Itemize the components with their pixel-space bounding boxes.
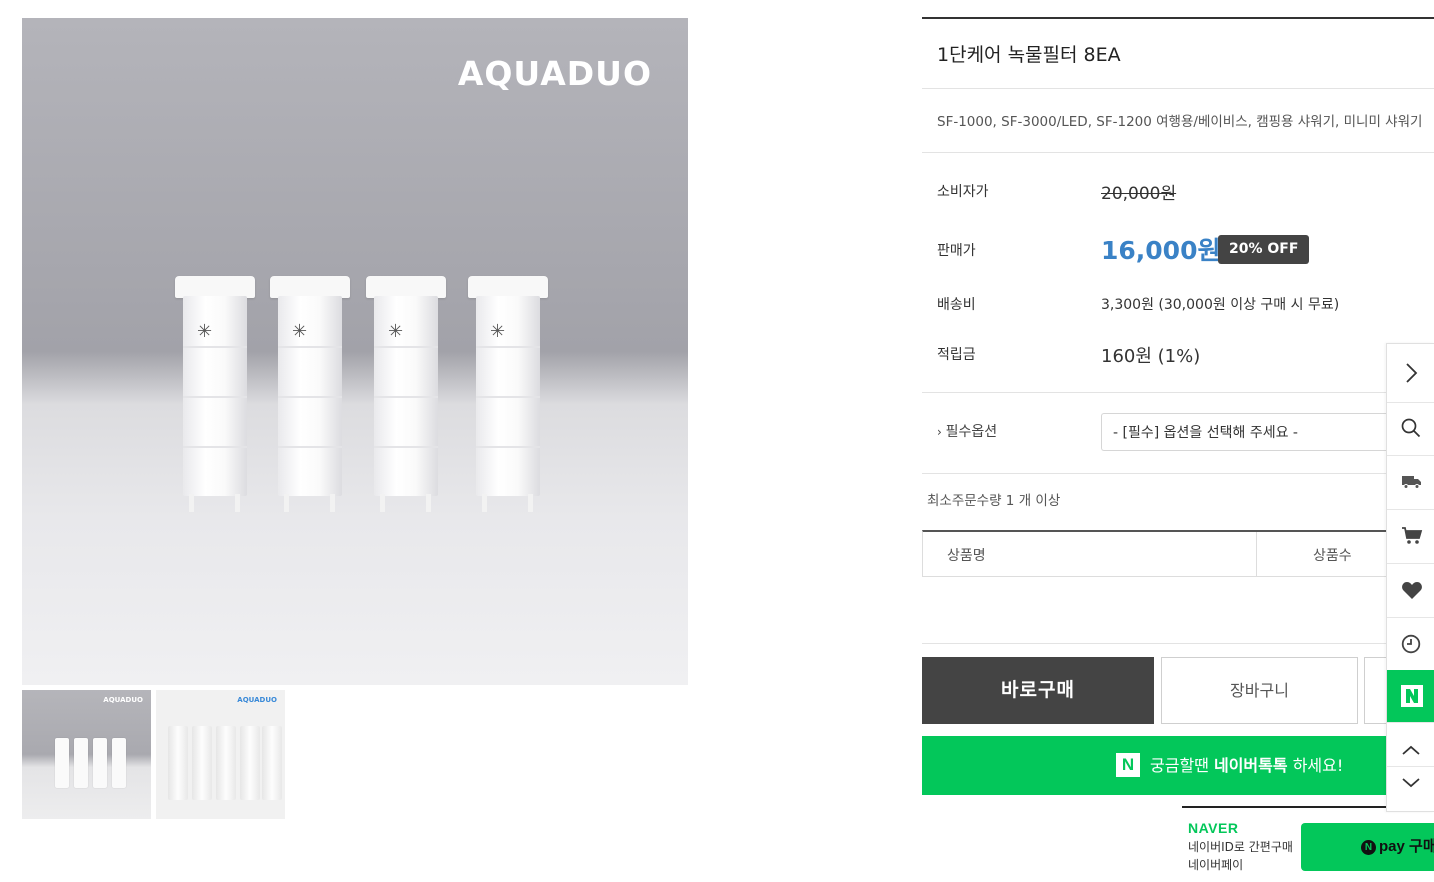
naver-pay-caption-1: 네이버ID로 간편구매 xyxy=(1188,840,1293,854)
snowflake-icon: ✳ xyxy=(292,321,308,342)
filter-cartridge: ✳ xyxy=(468,276,548,512)
snowflake-icon: ✳ xyxy=(490,321,506,342)
divider xyxy=(922,643,1434,644)
consumer-price-label: 소비자가 xyxy=(937,184,989,200)
quick-wishlist[interactable] xyxy=(1387,564,1434,618)
product-summary: SF-1000, SF-3000/LED, SF-1200 여행용/베이비스, … xyxy=(937,114,1423,130)
shipping-value: 3,300원 (30,000원 이상 구매 시 무료) xyxy=(1101,297,1340,313)
thumbnail-logo: AQUADUO xyxy=(237,696,277,704)
truck-icon xyxy=(1402,476,1421,489)
snowflake-icon: ✳ xyxy=(197,321,213,342)
quick-naver[interactable] xyxy=(1387,670,1434,723)
divider xyxy=(922,392,1434,393)
product-title: 1단케어 녹물필터 8EA xyxy=(937,44,1121,66)
shipping-label: 배송비 xyxy=(937,297,976,313)
selected-items-table-header xyxy=(922,530,1434,577)
filter-cartridge: ✳ xyxy=(366,276,446,512)
divider xyxy=(922,473,1434,474)
table-header-quantity: 상품수 xyxy=(1313,548,1352,564)
points-label: 적립금 xyxy=(937,347,976,363)
brand-logo: AQUADUO xyxy=(457,54,652,93)
add-to-cart-button[interactable]: 장바구니 xyxy=(1161,657,1358,724)
points-value: 160원 (1%) xyxy=(1101,346,1201,367)
talktalk-label: 궁금할땐 네이버톡톡 하세요! xyxy=(1150,756,1344,775)
heart-icon xyxy=(1402,582,1422,599)
quick-cart[interactable] xyxy=(1387,510,1434,564)
chevron-right-icon xyxy=(1406,363,1418,383)
thumbnail-logo: AQUADUO xyxy=(103,696,143,704)
main-product-image[interactable]: AQUADUO ✳ ✳ ✳ ✳ xyxy=(22,18,688,685)
buy-now-button[interactable]: 바로구매 xyxy=(922,657,1154,724)
quick-recent[interactable] xyxy=(1387,618,1434,672)
naver-n-icon: N xyxy=(1116,753,1140,777)
option-label-row: › 필수옵션 xyxy=(937,421,997,441)
snowflake-icon: ✳ xyxy=(388,321,404,342)
sale-price-label: 판매가 xyxy=(937,243,976,259)
option-label: 필수옵션 xyxy=(945,424,998,440)
thumbnail-2[interactable]: AQUADUO xyxy=(156,690,285,819)
table-column-divider xyxy=(1256,532,1257,577)
scroll-bottom-button[interactable] xyxy=(1387,767,1434,799)
chevron-right-small-icon: › xyxy=(937,425,942,439)
thumbnail-1[interactable]: AQUADUO xyxy=(22,690,151,819)
sale-price-value: 16,000원 xyxy=(1101,236,1221,265)
quick-menu-toggle[interactable] xyxy=(1387,344,1434,403)
naver-pay-button[interactable]: N pay 구매 xyxy=(1301,823,1434,871)
option-select[interactable]: - [필수] 옵션을 선택해 주세요 - xyxy=(1101,413,1434,451)
search-icon xyxy=(1401,418,1421,438)
scroll-top-button[interactable] xyxy=(1387,734,1434,767)
chevron-up-icon xyxy=(1402,745,1420,755)
top-divider xyxy=(922,17,1434,19)
divider xyxy=(922,88,1434,89)
naver-logo: NAVER xyxy=(1188,820,1239,836)
filter-cartridge: ✳ xyxy=(175,276,255,512)
discount-badge: 20% OFF xyxy=(1218,235,1310,264)
naver-n-icon xyxy=(1401,685,1423,707)
naver-pay-button-label: pay 구매 xyxy=(1379,838,1434,855)
chevron-down-icon xyxy=(1402,778,1420,788)
quick-menu xyxy=(1386,343,1434,812)
consumer-price-value: 20,000원 xyxy=(1101,184,1177,204)
clock-icon xyxy=(1401,634,1421,654)
table-header-product-name: 상품명 xyxy=(947,548,986,564)
divider xyxy=(922,152,1434,153)
quick-search[interactable] xyxy=(1387,402,1434,456)
cart-icon xyxy=(1402,527,1423,544)
naver-talktalk-button[interactable]: N 궁금할땐 네이버톡톡 하세요! xyxy=(922,736,1386,795)
npay-n-icon: N xyxy=(1361,840,1376,855)
naver-pay-caption-2: 네이버페이 xyxy=(1188,858,1244,872)
filter-cartridge: ✳ xyxy=(270,276,350,512)
quick-delivery[interactable] xyxy=(1387,456,1434,510)
min-order-quantity: 최소주문수량 1 개 이상 xyxy=(927,493,1061,509)
